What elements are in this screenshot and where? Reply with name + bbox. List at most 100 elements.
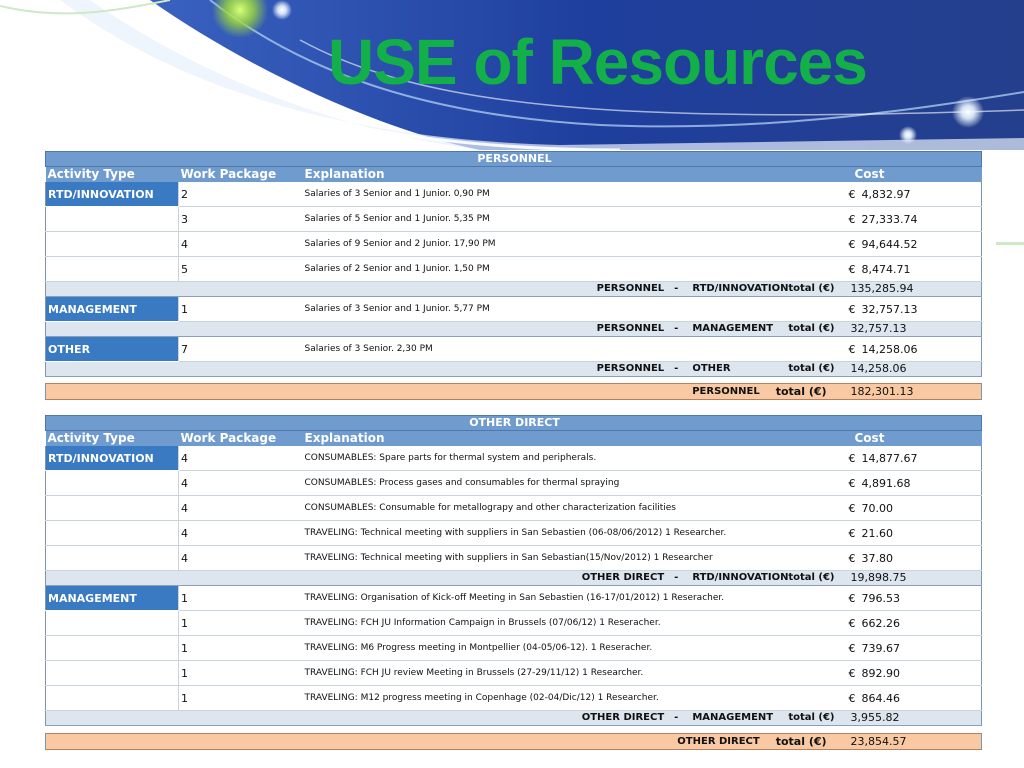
subtotal-label: PERSONNEL - MANAGEMENT total (€)	[48, 323, 841, 336]
euro-sign: €	[848, 616, 856, 630]
table-row: RTD/INNOVATION 2 Salaries of 3 Senior an…	[45, 182, 983, 207]
subtotal-row: OTHER DIRECT - RTD/INNOVATION total (€) …	[45, 570, 983, 586]
work-package-cell: 4	[178, 446, 303, 471]
euro-sign: €	[848, 451, 856, 465]
subtotal-group: OTHER DIRECT	[581, 712, 665, 723]
work-package-cell: 3	[178, 206, 303, 232]
subtotal-total-label: total (€)	[788, 283, 835, 294]
explanation-cell: TRAVELING: Technical meeting with suppli…	[302, 520, 841, 546]
table-row: 1 TRAVELING: FCH JU review Meeting in Br…	[45, 660, 983, 686]
subtotal-label: PERSONNEL - OTHER total (€)	[48, 363, 841, 376]
table-row: MANAGEMENT 1 TRAVELING: Organisation of …	[45, 585, 983, 611]
subtotal-row: OTHER DIRECT - MANAGEMENT total (€) 3,95…	[45, 710, 983, 726]
cost-value: 8,474.71	[861, 262, 911, 276]
cost-value: 4,891.68	[861, 476, 911, 490]
activity-type-cell	[45, 495, 179, 521]
cost-cell: €14,258.06	[840, 336, 983, 362]
cost-cell: €796.53	[840, 585, 983, 611]
table-row: 1 TRAVELING: M6 Progress meeting in Mont…	[45, 635, 983, 661]
euro-sign: €	[848, 501, 856, 515]
explanation-cell: TRAVELING: Technical meeting with suppli…	[302, 545, 841, 571]
explanation-cell: Salaries of 3 Senior. 2,30 PM	[302, 336, 841, 362]
section-title: OTHER DIRECT	[44, 415, 983, 431]
work-package-cell: 4	[178, 231, 303, 257]
subtotal-total-label: total (€)	[788, 712, 835, 723]
explanation-cell: TRAVELING: M6 Progress meeting in Montpe…	[302, 635, 841, 661]
activity-type-cell	[45, 660, 179, 686]
activity-type-cell: RTD/INNOVATION	[45, 446, 179, 471]
col-explanation: Explanation	[302, 166, 841, 182]
subtotal-label: PERSONNEL - RTD/INNOVATION total (€)	[48, 283, 841, 296]
cost-value: 892.90	[861, 666, 901, 680]
cost-cell: €4,891.68	[840, 470, 983, 496]
table-row: 1 TRAVELING: FCH JU Information Campaign…	[45, 610, 983, 636]
table-row: 3 Salaries of 5 Senior and 1 Junior. 5,3…	[45, 206, 983, 232]
subtotal-group: OTHER DIRECT	[581, 572, 665, 583]
euro-sign: €	[848, 212, 856, 226]
total-total-label: total (€)	[775, 385, 827, 398]
other-direct-total-table: OTHER DIRECT total (€) 23,854.57	[44, 733, 983, 750]
col-cost: Cost	[840, 430, 982, 446]
euro-sign: €	[848, 551, 856, 565]
explanation-cell: TRAVELING: M12 progress meeting in Copen…	[302, 685, 841, 711]
table-row: 4 Salaries of 9 Senior and 2 Junior. 17,…	[45, 231, 983, 257]
cost-cell: €662.26	[840, 610, 983, 636]
activity-type-cell: MANAGEMENT	[45, 585, 179, 611]
work-package-cell: 7	[178, 336, 303, 362]
decorative-line	[996, 242, 1024, 245]
table-row: 4 TRAVELING: Technical meeting with supp…	[45, 520, 983, 546]
column-header-row: Activity Type Work Package Explanation C…	[45, 166, 982, 182]
cost-value: 796.53	[861, 591, 901, 605]
table-row: 4 CONSUMABLES: Consumable for metallogra…	[45, 495, 983, 521]
cost-value: 94,644.52	[861, 237, 918, 251]
subtotal-activity: OTHER	[692, 363, 731, 374]
work-package-cell: 1	[178, 610, 303, 636]
page-title: USE of Resources	[328, 26, 868, 98]
col-activity-type: Activity Type	[45, 166, 179, 182]
total-group: OTHER DIRECT	[677, 736, 760, 747]
col-work-package: Work Package	[178, 430, 303, 446]
cost-cell: €739.67	[840, 635, 983, 661]
subtotal-value: 3,955.82	[840, 710, 983, 726]
total-total-label: total (€)	[775, 735, 827, 748]
cost-cell: €94,644.52	[840, 231, 983, 257]
subtotal-label: OTHER DIRECT - RTD/INNOVATION total (€)	[48, 572, 841, 585]
cost-cell: €37.80	[840, 545, 983, 571]
total-row: PERSONNEL total (€) 182,301.13	[44, 383, 983, 400]
work-package-cell: 1	[178, 685, 303, 711]
euro-sign: €	[848, 262, 856, 276]
other-direct-table: OTHER DIRECT Activity Type Work Package …	[44, 415, 983, 726]
cost-value: 14,258.06	[861, 342, 918, 356]
subtotal-group: PERSONNEL	[596, 363, 665, 374]
cost-cell: €8,474.71	[840, 256, 983, 282]
activity-type-cell	[45, 545, 179, 571]
cost-value: 662.26	[861, 616, 901, 630]
col-activity-type: Activity Type	[45, 430, 179, 446]
work-package-cell: 4	[178, 495, 303, 521]
cost-cell: €14,877.67	[840, 446, 983, 471]
table-row: OTHER 7 Salaries of 3 Senior. 2,30 PM €1…	[45, 336, 983, 362]
explanation-cell: Salaries of 3 Senior and 1 Junior. 5,77 …	[302, 296, 841, 322]
work-package-cell: 4	[178, 470, 303, 496]
explanation-cell: Salaries of 2 Senior and 1 Junior. 1,50 …	[302, 256, 841, 282]
explanation-cell: Salaries of 9 Senior and 2 Junior. 17,90…	[302, 231, 841, 257]
cost-value: 739.67	[861, 641, 901, 655]
cost-value: 70.00	[861, 501, 894, 515]
subtotal-value: 32,757.13	[840, 321, 983, 337]
activity-type-cell	[45, 256, 179, 282]
euro-sign: €	[848, 691, 856, 705]
cost-cell: €4,832.97	[840, 182, 983, 207]
personnel-total-table: PERSONNEL total (€) 182,301.13	[44, 383, 983, 400]
total-value: 182,301.13	[840, 383, 983, 400]
total-group: PERSONNEL	[692, 386, 760, 397]
table-row: 4 TRAVELING: Technical meeting with supp…	[45, 545, 983, 571]
personnel-table: PERSONNEL Activity Type Work Package Exp…	[44, 151, 983, 377]
subtotal-separator: -	[674, 712, 679, 723]
activity-type-cell	[45, 685, 179, 711]
subtotal-activity: MANAGEMENT	[692, 712, 774, 723]
table-row: 5 Salaries of 2 Senior and 1 Junior. 1,5…	[45, 256, 983, 282]
work-package-cell: 4	[178, 545, 303, 571]
subtotal-row: PERSONNEL - OTHER total (€) 14,258.06	[45, 361, 983, 377]
euro-sign: €	[848, 187, 856, 201]
activity-type-cell	[45, 635, 179, 661]
